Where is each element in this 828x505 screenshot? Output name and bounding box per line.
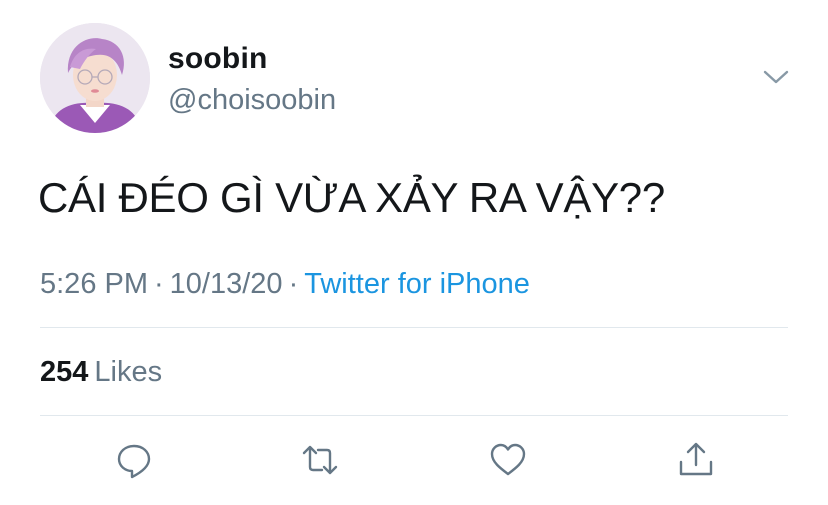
meta-separator: · xyxy=(288,268,299,300)
user-handle[interactable]: @choisoobin xyxy=(168,84,336,117)
reply-button[interactable] xyxy=(114,440,154,480)
tweet-text: CÁI ĐÉO GÌ VỪA XẢY RA VẬY?? xyxy=(38,174,665,221)
avatar[interactable] xyxy=(40,23,150,133)
likes-count: 254 xyxy=(40,356,89,388)
display-name[interactable]: soobin xyxy=(168,42,268,76)
heart-icon xyxy=(490,443,526,476)
retweet-button[interactable] xyxy=(300,440,340,480)
retweet-icon xyxy=(302,445,338,475)
tweet-source-link[interactable]: Twitter for iPhone xyxy=(304,268,530,300)
share-button[interactable] xyxy=(676,440,716,480)
like-button[interactable] xyxy=(488,440,528,480)
share-icon xyxy=(679,442,713,476)
tweet-date[interactable]: 10/13/20 xyxy=(170,268,283,300)
meta-separator: · xyxy=(154,268,164,300)
avatar-image xyxy=(40,23,150,133)
likes-label: Likes xyxy=(94,356,163,388)
divider xyxy=(40,415,788,416)
tweet-meta: 5:26 PM · 10/13/20 · Twitter for iPhone xyxy=(40,268,530,301)
divider xyxy=(40,327,788,328)
chevron-down-icon[interactable] xyxy=(762,66,790,88)
likes-stat[interactable]: 254 Likes xyxy=(40,356,162,389)
tweet-card: soobin @choisoobin CÁI ĐÉO GÌ VỪA XẢY RA… xyxy=(0,0,828,505)
tweet-time[interactable]: 5:26 PM xyxy=(40,268,148,300)
reply-icon xyxy=(117,444,151,479)
